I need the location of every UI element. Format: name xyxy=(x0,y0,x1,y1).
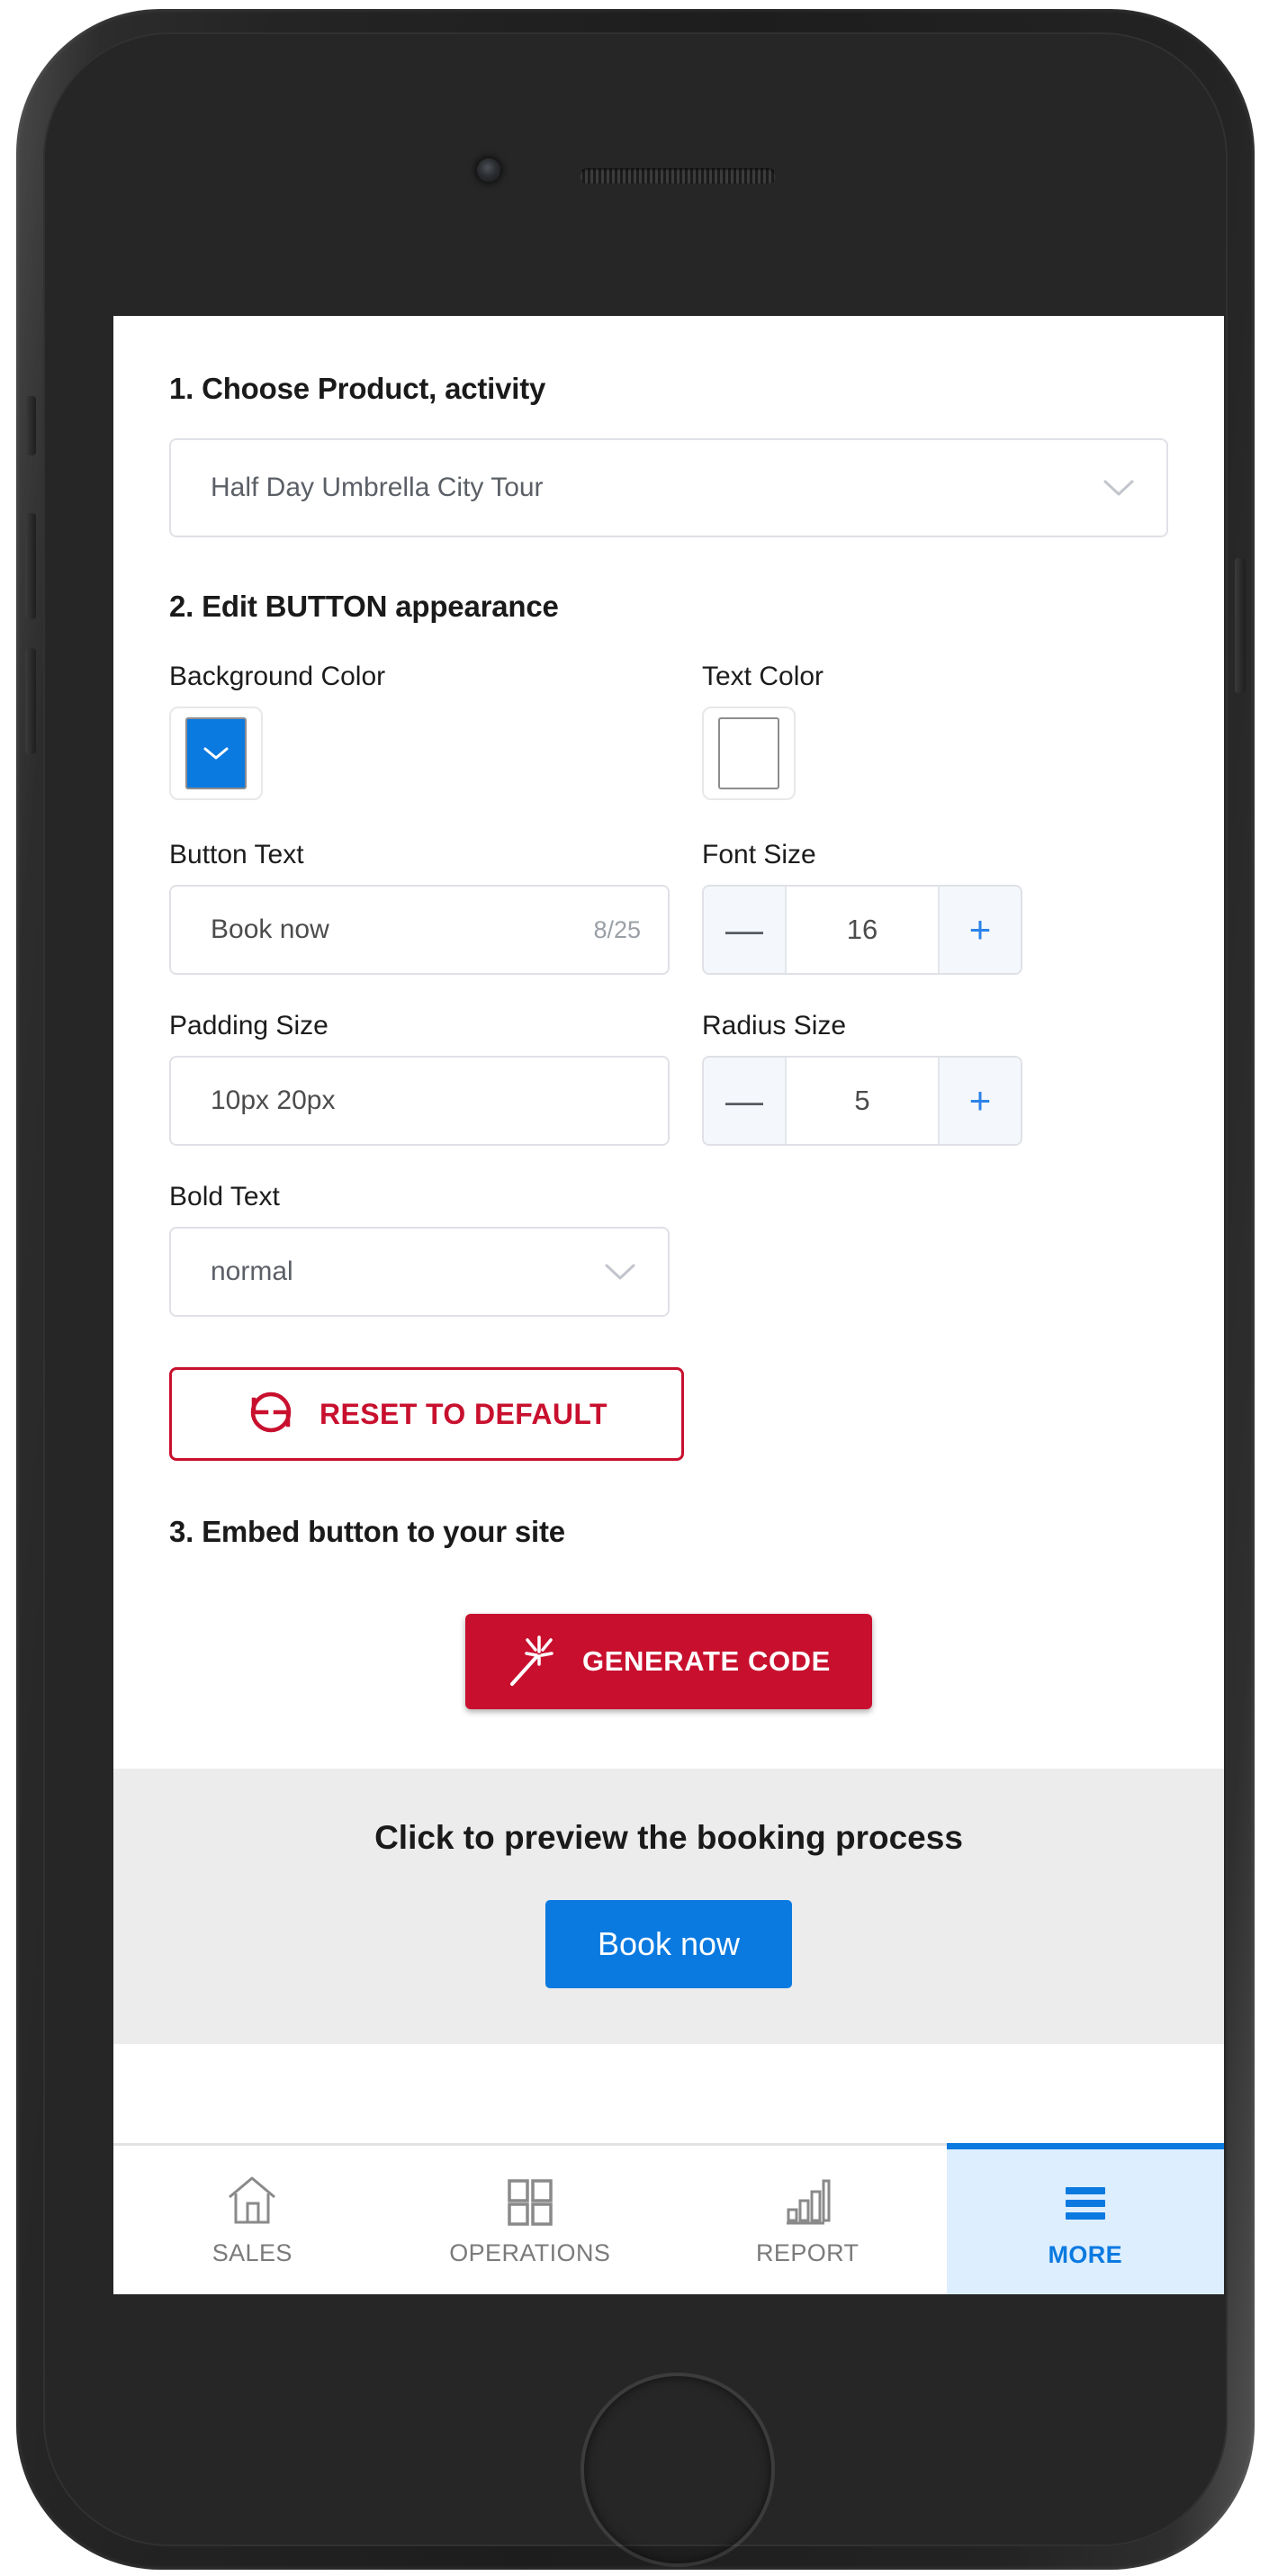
generate-code-label: GENERATE CODE xyxy=(582,1645,831,1677)
reset-to-default-button[interactable]: RESET TO DEFAULT xyxy=(169,1367,684,1461)
bold-text-group: Bold Text normal xyxy=(169,1182,670,1317)
nav-label-operations: OPERATIONS xyxy=(449,2239,611,2266)
camera-icon xyxy=(477,158,500,182)
padding-size-group: Padding Size 10px 20px xyxy=(169,1011,670,1146)
nav-item-more[interactable]: MORE xyxy=(946,2143,1224,2294)
nav-item-sales[interactable]: SALES xyxy=(113,2146,392,2294)
button-text-label: Button Text xyxy=(169,840,304,869)
speaker-grille-icon xyxy=(580,168,776,184)
radius-size-increase-button[interactable]: + xyxy=(938,1058,1021,1144)
padding-size-label: Padding Size xyxy=(169,1011,328,1040)
text-color-group: Text Color xyxy=(702,662,1022,800)
hamburger-icon xyxy=(1058,2175,1113,2232)
embed-button-form: 1. Choose Product, activity Half Day Umb… xyxy=(113,316,1224,1709)
grid-icon xyxy=(502,2173,558,2230)
text-color-swatch xyxy=(718,717,779,789)
bold-text-select[interactable]: normal xyxy=(169,1227,670,1317)
generate-code-button[interactable]: GENERATE CODE xyxy=(465,1614,872,1709)
reset-to-default-label: RESET TO DEFAULT xyxy=(320,1397,608,1430)
bold-text-label: Bold Text xyxy=(169,1182,280,1211)
step-2-title: 2. Edit BUTTON appearance xyxy=(169,590,559,623)
radius-size-decrease-button[interactable]: — xyxy=(704,1058,787,1144)
color-row: Background Color Text Color xyxy=(169,662,1168,800)
radius-size-group: Radius Size — 5 + xyxy=(702,1011,1022,1146)
nav-item-report[interactable]: REPORT xyxy=(669,2146,947,2294)
padding-and-radius-row: Padding Size 10px 20px Radius Size — 5 + xyxy=(169,1011,1168,1146)
volume-up-button[interactable] xyxy=(25,513,36,619)
refresh-rotate-icon xyxy=(246,1389,296,1440)
nav-label-sales: SALES xyxy=(212,2239,292,2266)
phone-screen: 1. Choose Product, activity Half Day Umb… xyxy=(113,316,1224,2294)
generate-code-wrap: GENERATE CODE xyxy=(169,1614,1168,1709)
preview-section: Click to preview the booking process Boo… xyxy=(113,1769,1224,2044)
bold-text-row: Bold Text normal xyxy=(169,1182,1168,1317)
background-color-swatch xyxy=(185,717,247,789)
phone-frame: 1. Choose Product, activity Half Day Umb… xyxy=(16,9,1255,2570)
font-size-value[interactable]: 16 xyxy=(787,887,938,973)
text-color-picker[interactable] xyxy=(702,707,796,800)
padding-size-value: 10px 20px xyxy=(211,1085,336,1115)
font-size-label: Font Size xyxy=(702,840,816,869)
silent-switch[interactable] xyxy=(25,396,36,455)
padding-size-input[interactable]: 10px 20px xyxy=(169,1056,670,1146)
home-button[interactable] xyxy=(580,2373,775,2567)
button-text-value: Book now xyxy=(211,914,329,944)
button-text-counter: 8/25 xyxy=(593,915,641,943)
radius-size-stepper[interactable]: — 5 + xyxy=(702,1056,1022,1146)
chevron-down-icon xyxy=(203,747,229,760)
step-1-title: 1. Choose Product, activity xyxy=(169,372,546,405)
product-select[interactable]: Half Day Umbrella City Tour xyxy=(169,438,1168,537)
background-color-group: Background Color xyxy=(169,662,670,800)
button-text-input[interactable]: Book now 8/25 xyxy=(169,885,670,975)
bar-chart-icon xyxy=(779,2173,835,2230)
font-size-increase-button[interactable]: + xyxy=(938,887,1021,973)
font-size-group: Font Size — 16 + xyxy=(702,840,1022,975)
font-size-decrease-button[interactable]: — xyxy=(704,887,787,973)
radius-size-value[interactable]: 5 xyxy=(787,1058,938,1144)
house-icon xyxy=(224,2173,280,2230)
font-size-stepper[interactable]: — 16 + xyxy=(702,885,1022,975)
chevron-down-icon xyxy=(1103,479,1134,497)
magic-wand-icon xyxy=(507,1632,554,1692)
power-button[interactable] xyxy=(1235,558,1246,693)
button-text-group: Button Text Book now 8/25 xyxy=(169,840,670,975)
product-select-value: Half Day Umbrella City Tour xyxy=(211,473,544,502)
bold-text-value: normal xyxy=(211,1256,293,1286)
background-color-picker[interactable] xyxy=(169,707,263,800)
nav-label-report: REPORT xyxy=(756,2239,860,2266)
bottom-navigation: SALES OPERATIONS REPORT MORE xyxy=(113,2143,1224,2294)
phone-bezel: 1. Choose Product, activity Half Day Umb… xyxy=(43,32,1228,2567)
nav-label-more: MORE xyxy=(1048,2241,1123,2268)
volume-down-button[interactable] xyxy=(25,648,36,754)
step-3-title: 3. Embed button to your site xyxy=(169,1515,565,1548)
text-and-fontsize-row: Button Text Book now 8/25 Font Size — 16… xyxy=(169,840,1168,975)
background-color-label: Background Color xyxy=(169,662,386,691)
text-color-label: Text Color xyxy=(702,662,824,691)
chevron-down-icon xyxy=(605,1263,635,1281)
radius-size-label: Radius Size xyxy=(702,1011,847,1040)
nav-item-operations[interactable]: OPERATIONS xyxy=(391,2146,669,2294)
preview-title: Click to preview the booking process xyxy=(374,1819,963,1856)
preview-book-now-button[interactable]: Book now xyxy=(544,1900,793,1988)
